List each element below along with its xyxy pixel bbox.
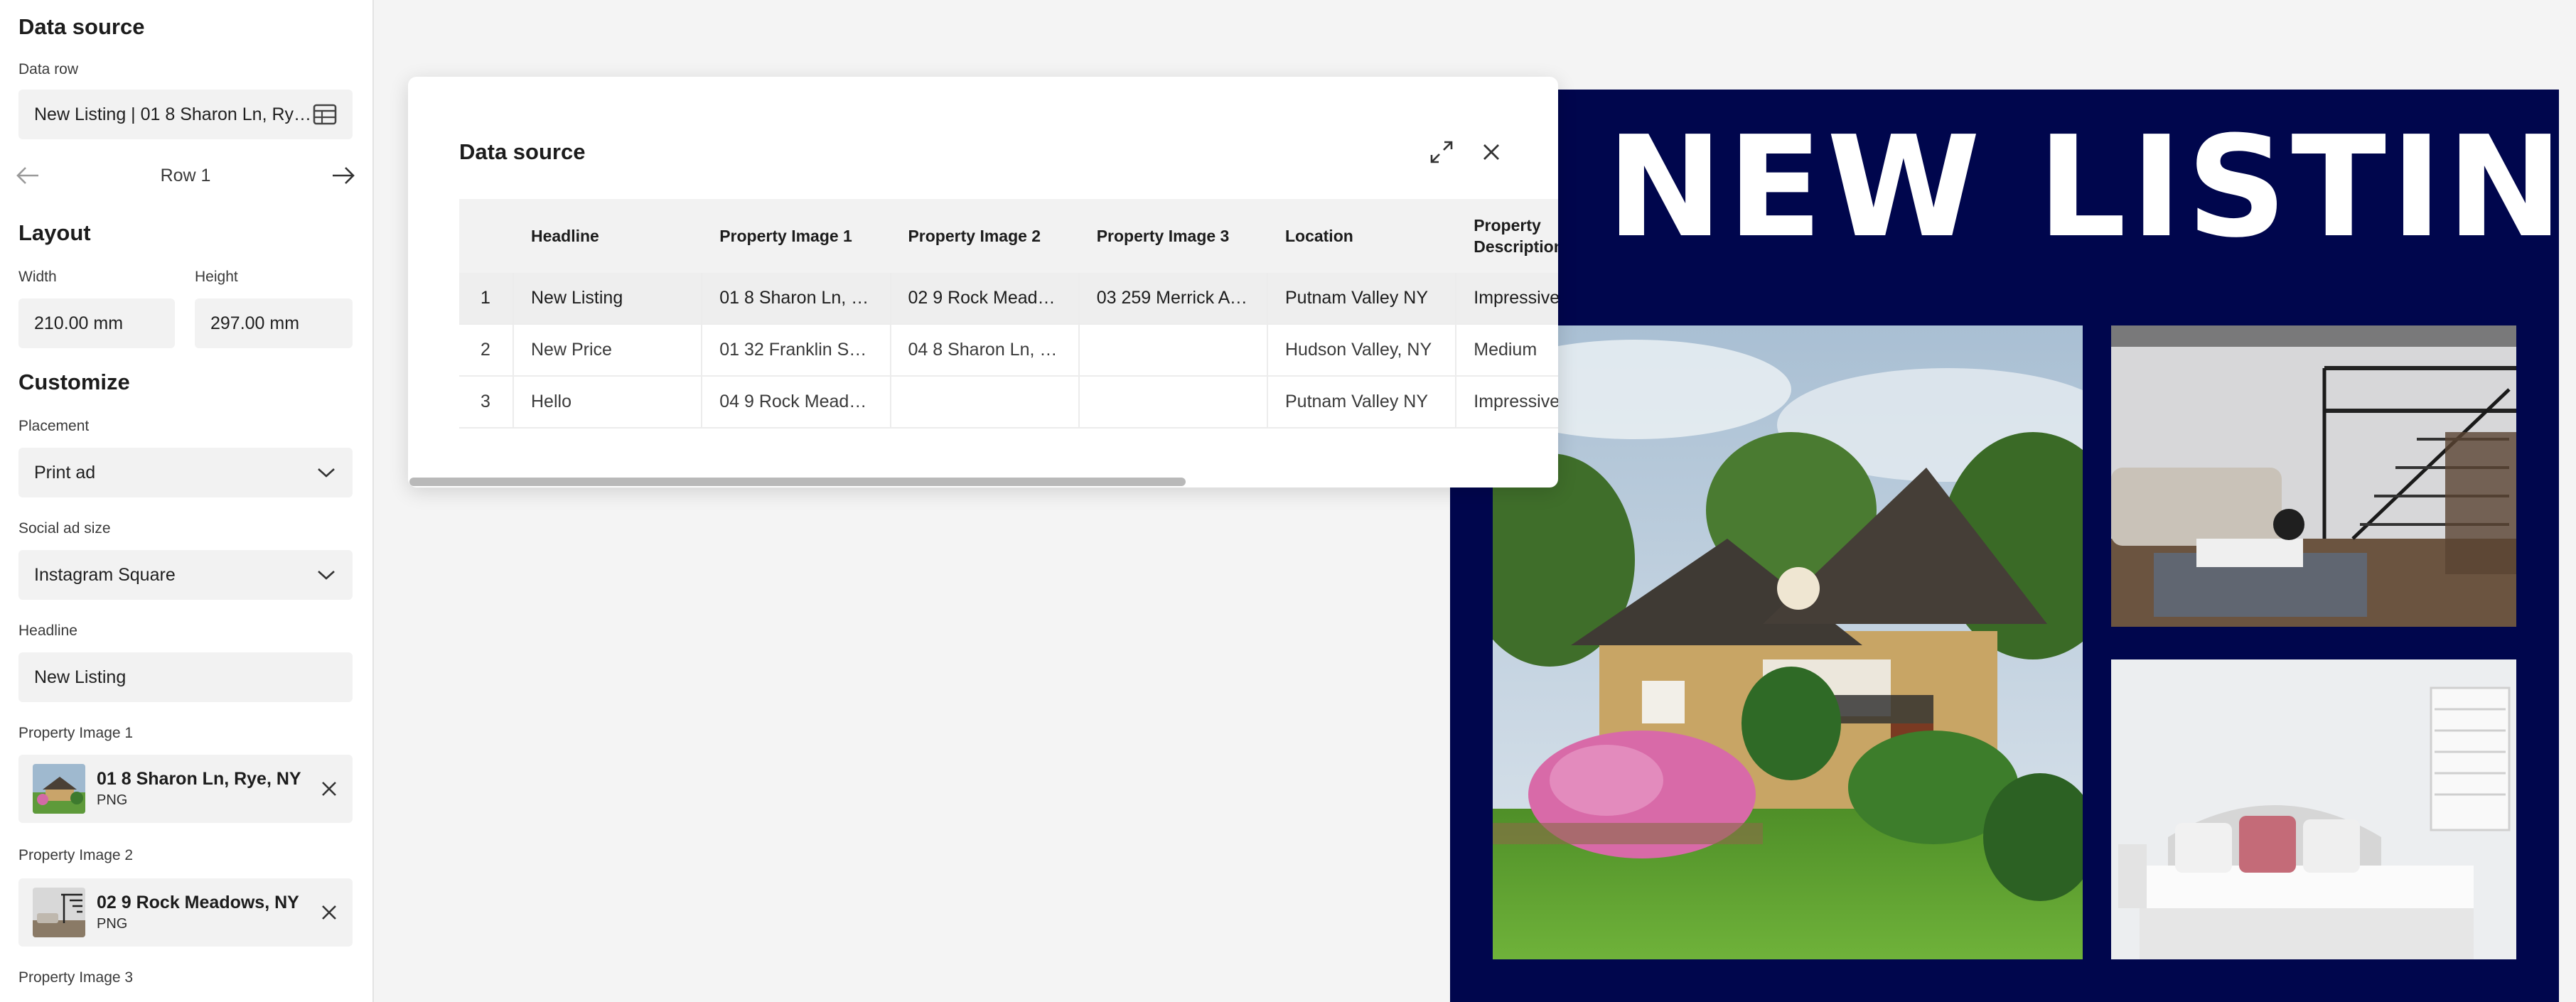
headline-input[interactable]: New Listing bbox=[18, 652, 353, 702]
table-cell: 3 bbox=[481, 392, 490, 411]
height-label: Height bbox=[195, 269, 238, 285]
table-cell: New Price bbox=[531, 340, 612, 360]
settings-sidebar: Data source Data row New Listing | 01 8 … bbox=[0, 0, 374, 1002]
image2-filename: 02 9 Rock Meadows, NY bbox=[97, 893, 299, 912]
social-size-label: Social ad size bbox=[18, 520, 111, 537]
column-header[interactable]: Property Image 2 bbox=[891, 199, 1079, 273]
width-input[interactable]: 210.00 mm bbox=[18, 298, 175, 348]
data-row-value: New Listing | 01 8 Sharon Ln, Rye, NY bbox=[34, 104, 313, 124]
image2-thumbnail bbox=[33, 888, 85, 937]
table-row[interactable]: 1 New Listing 01 8 Sharon Ln, Rye, NY 02… bbox=[459, 273, 1558, 325]
table-cell: 04 8 Sharon Ln, Rye, NY bbox=[908, 340, 1061, 360]
dialog-title: Data source bbox=[459, 139, 586, 164]
table-cell: 1 bbox=[481, 288, 490, 308]
table-row[interactable]: 3 Hello 04 9 Rock Meadows, NY Putnam Val… bbox=[459, 377, 1558, 429]
data-table: Headline Property Image 1 Property Image… bbox=[459, 199, 1558, 429]
close-icon[interactable] bbox=[320, 780, 338, 798]
ad-preview[interactable]: NEW LISTING bbox=[1450, 90, 2559, 1002]
data-source-dialog: Data source Headline Property Image 1 Pr… bbox=[408, 77, 1558, 487]
width-value: 210.00 mm bbox=[34, 313, 124, 333]
height-input[interactable]: 297.00 mm bbox=[195, 298, 353, 348]
table-cell: 03 259 Merrick Ave, NY bbox=[1096, 288, 1250, 308]
close-icon[interactable] bbox=[1477, 138, 1506, 166]
row-indicator: Row 1 bbox=[160, 165, 211, 185]
headline-value: New Listing bbox=[34, 667, 127, 687]
chevron-down-icon bbox=[318, 468, 335, 478]
table-cell: Impressive bbox=[1474, 288, 1558, 308]
table-cell: 02 9 Rock Meadows, NY bbox=[908, 288, 1061, 308]
image3-label: Property Image 3 bbox=[18, 969, 134, 986]
column-header[interactable]: Location bbox=[1268, 199, 1456, 273]
image2-label: Property Image 2 bbox=[18, 847, 134, 863]
table-row[interactable]: 2 New Price 01 32 Franklin Square, NY 04… bbox=[459, 325, 1558, 377]
table-icon[interactable] bbox=[313, 104, 337, 125]
table-cell: Putnam Valley NY bbox=[1285, 392, 1429, 411]
close-icon[interactable] bbox=[320, 903, 338, 922]
placement-value: Print ad bbox=[34, 462, 96, 483]
table-header: Headline Property Image 1 Property Image… bbox=[459, 199, 1558, 273]
image2-file[interactable]: 02 9 Rock Meadows, NY PNG bbox=[18, 878, 353, 947]
width-label: Width bbox=[18, 269, 57, 285]
image1-filename: 01 8 Sharon Ln, Rye, NY bbox=[97, 769, 301, 789]
data-source-title: Data source bbox=[18, 14, 145, 39]
image1-thumbnail bbox=[33, 764, 85, 814]
table-cell: New Listing bbox=[531, 288, 623, 308]
layout-title: Layout bbox=[18, 220, 91, 245]
placement-select[interactable]: Print ad bbox=[18, 448, 353, 497]
image1-filetype: PNG bbox=[97, 792, 128, 808]
table-cell: 04 9 Rock Meadows, NY bbox=[719, 392, 872, 411]
column-header[interactable]: Headline bbox=[514, 199, 702, 273]
image1-file[interactable]: 01 8 Sharon Ln, Rye, NY PNG bbox=[18, 755, 353, 823]
horizontal-scrollbar[interactable] bbox=[408, 476, 1558, 487]
scrollbar-thumb[interactable] bbox=[409, 478, 1186, 486]
ad-property-image-1[interactable] bbox=[1493, 325, 2083, 959]
image2-filetype: PNG bbox=[97, 916, 128, 932]
ad-property-image-2[interactable] bbox=[2111, 325, 2516, 627]
table-cell: Putnam Valley NY bbox=[1285, 288, 1429, 308]
ad-property-image-3[interactable] bbox=[2111, 659, 2516, 959]
table-cell: Hello bbox=[531, 392, 571, 411]
column-header[interactable]: Property Description bbox=[1456, 199, 1558, 273]
table-cell: 01 8 Sharon Ln, Rye, NY bbox=[719, 288, 873, 308]
image1-label: Property Image 1 bbox=[18, 725, 134, 741]
social-size-select[interactable]: Instagram Square bbox=[18, 550, 353, 600]
column-header bbox=[459, 199, 514, 273]
ad-headline: NEW LISTING bbox=[1606, 107, 2559, 269]
expand-icon[interactable] bbox=[1427, 138, 1456, 166]
data-row-label: Data row bbox=[18, 61, 79, 77]
social-size-value: Instagram Square bbox=[34, 564, 176, 585]
table-cell: Medium bbox=[1474, 340, 1537, 360]
table-cell: 01 32 Franklin Square, NY bbox=[719, 340, 872, 360]
table-cell: Hudson Valley, NY bbox=[1285, 340, 1432, 360]
chevron-down-icon bbox=[318, 571, 335, 580]
headline-label: Headline bbox=[18, 623, 77, 639]
data-row-field[interactable]: New Listing | 01 8 Sharon Ln, Rye, NY bbox=[18, 90, 353, 139]
table-cell: 2 bbox=[481, 340, 490, 360]
column-header[interactable]: Property Image 1 bbox=[702, 199, 891, 273]
customize-title: Customize bbox=[18, 370, 130, 394]
height-value: 297.00 mm bbox=[210, 313, 300, 333]
table-cell: Impressive bbox=[1474, 392, 1558, 411]
arrow-left-icon[interactable] bbox=[16, 166, 40, 185]
placement-label: Placement bbox=[18, 418, 90, 434]
row-navigator: Row 1 bbox=[16, 158, 355, 193]
column-header[interactable]: Property Image 3 bbox=[1080, 199, 1268, 273]
arrow-right-icon[interactable] bbox=[331, 166, 355, 185]
